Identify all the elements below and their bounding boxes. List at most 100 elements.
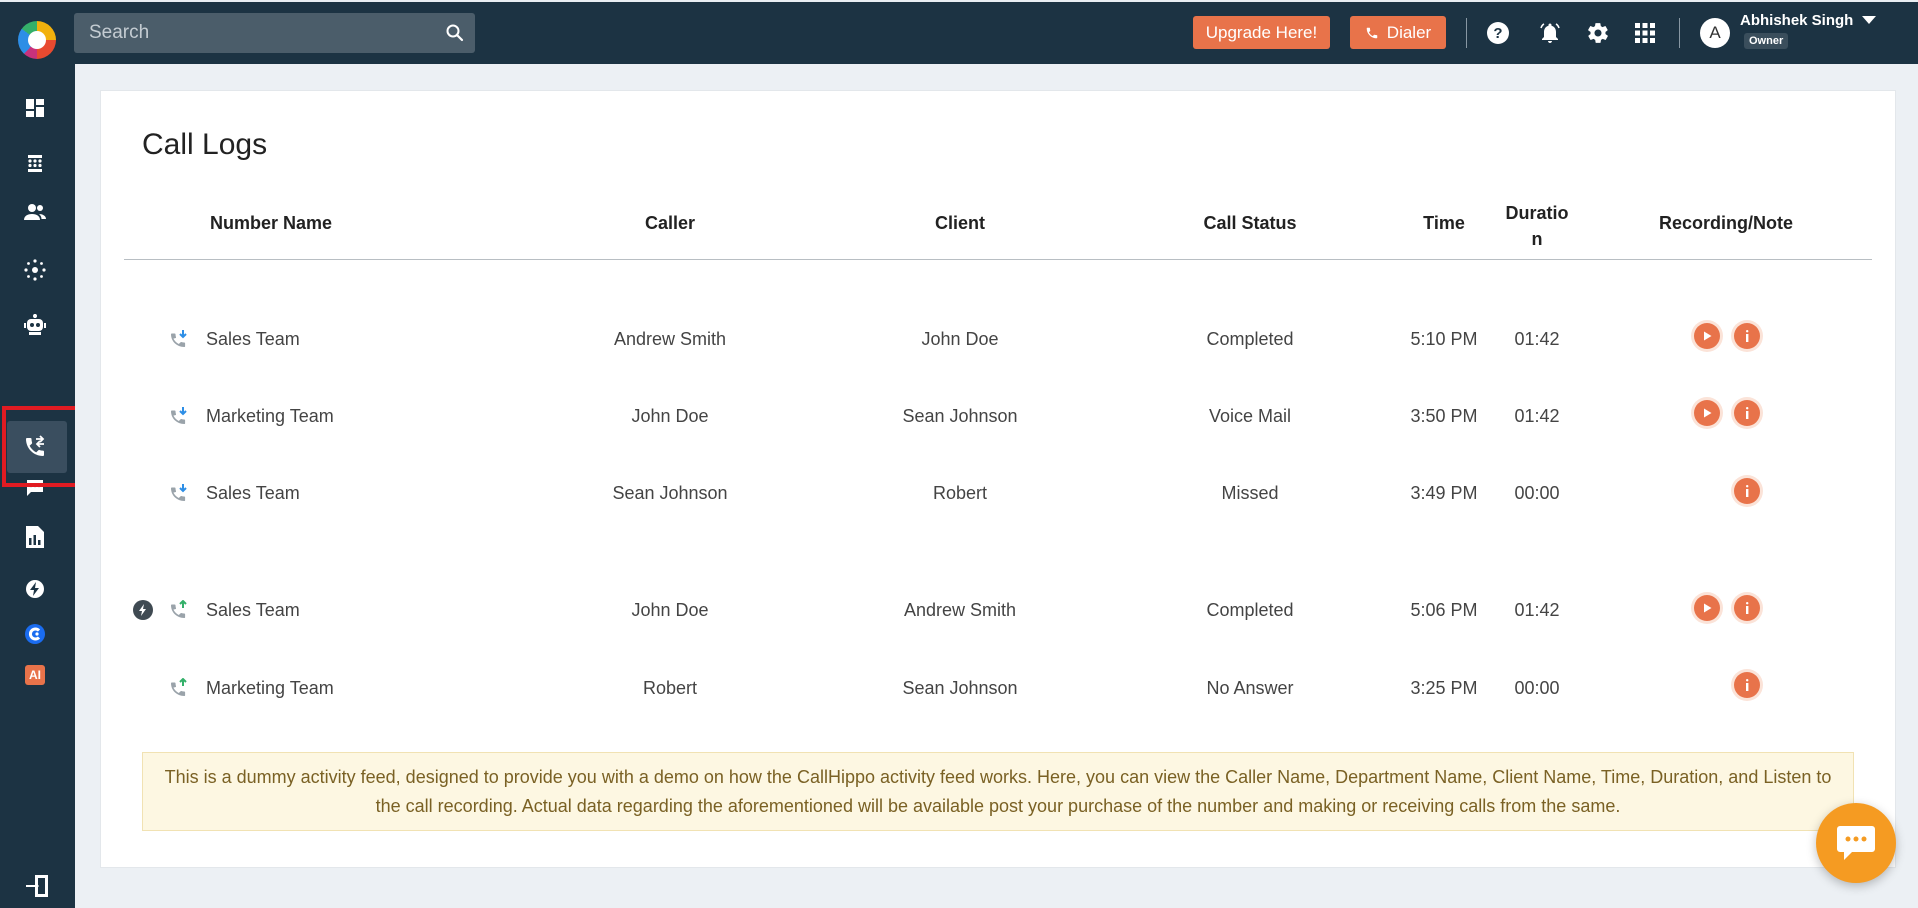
divider bbox=[1466, 18, 1467, 48]
cell-time: 5:06 PM bbox=[1410, 600, 1478, 620]
upgrade-button[interactable]: Upgrade Here! bbox=[1193, 16, 1330, 49]
sidebar-item-users[interactable] bbox=[18, 195, 52, 229]
upgrade-button-label: Upgrade Here! bbox=[1205, 22, 1318, 42]
extension-logo-icon bbox=[25, 624, 45, 644]
sidebar-item-reports[interactable] bbox=[18, 520, 52, 554]
incoming-call-icon bbox=[171, 407, 187, 424]
cell-caller: Sean Johnson bbox=[612, 483, 728, 503]
settings-gear-icon[interactable] bbox=[1585, 20, 1611, 46]
column-header-client: Client bbox=[934, 213, 985, 233]
cell-number-name: Sales Team bbox=[206, 600, 300, 620]
dashboard-icon bbox=[26, 99, 44, 117]
info-icon bbox=[1746, 602, 1749, 614]
cell-time: 5:10 PM bbox=[1410, 329, 1478, 349]
cell-call-status: Completed bbox=[1206, 329, 1294, 349]
incoming-call-icon bbox=[171, 330, 187, 347]
play-recording-button[interactable] bbox=[1694, 400, 1720, 426]
play-recording-button[interactable] bbox=[1694, 595, 1720, 621]
search-icon[interactable] bbox=[445, 23, 465, 43]
play-recording-button[interactable] bbox=[1694, 323, 1720, 349]
outgoing-call-icon bbox=[171, 678, 187, 696]
sidebar-item-ai[interactable]: AI bbox=[18, 658, 52, 692]
ai-icon: AI bbox=[25, 665, 45, 685]
cell-caller: Robert bbox=[642, 678, 698, 698]
cell-caller: John Doe bbox=[631, 600, 709, 620]
callhippo-logo[interactable] bbox=[18, 21, 56, 59]
search-input[interactable] bbox=[74, 13, 434, 53]
dialpad-building-icon bbox=[28, 155, 42, 172]
user-name[interactable]: Abhishek Singh bbox=[1740, 12, 1853, 29]
cell-call-status: Voice Mail bbox=[1208, 406, 1292, 426]
page-title: Call Logs bbox=[142, 128, 268, 161]
call-info-button[interactable] bbox=[1734, 595, 1760, 621]
sidebar-item-logout[interactable] bbox=[20, 869, 54, 903]
notification-bell-icon[interactable] bbox=[1537, 20, 1563, 46]
cell-number-name: Sales Team bbox=[206, 329, 300, 349]
sidebar-item-bot[interactable] bbox=[18, 308, 52, 342]
call-info-button[interactable] bbox=[1734, 478, 1760, 504]
chat-bubble-icon bbox=[1837, 826, 1875, 860]
outgoing-call-icon bbox=[171, 600, 187, 618]
sidebar-item-power-dialer[interactable] bbox=[18, 572, 52, 606]
integrations-icon bbox=[24, 259, 46, 281]
sidebar-item-integrations[interactable] bbox=[18, 253, 52, 287]
cell-client: Andrew Smith bbox=[903, 600, 1017, 620]
cell-call-status: Completed bbox=[1206, 600, 1294, 620]
info-icon bbox=[1746, 330, 1749, 342]
demo-notice: This is a dummy activity feed, designed … bbox=[142, 752, 1854, 831]
cell-call-status: No Answer bbox=[1206, 678, 1294, 698]
column-header-call-status: Call Status bbox=[1203, 213, 1297, 233]
cell-time: 3:50 PM bbox=[1410, 406, 1478, 426]
play-icon bbox=[1704, 408, 1712, 418]
sidebar-item-dashboard[interactable] bbox=[18, 91, 52, 125]
help-icon[interactable]: ? bbox=[1485, 20, 1511, 46]
column-header-duration: Duratio n bbox=[1497, 200, 1577, 252]
sidebar-item-extension[interactable] bbox=[18, 617, 52, 651]
avatar[interactable]: A bbox=[1700, 18, 1730, 48]
power-dialer-badge-icon bbox=[133, 600, 153, 620]
cell-number-name: Marketing Team bbox=[206, 406, 334, 426]
info-icon bbox=[1746, 407, 1749, 419]
column-header-time: Time bbox=[1423, 213, 1465, 233]
apps-grid-icon[interactable] bbox=[1632, 20, 1658, 46]
cell-client: Robert bbox=[932, 483, 988, 503]
call-info-button[interactable] bbox=[1734, 323, 1760, 349]
top-bar: Upgrade Here! Dialer ? A Abhishek Singh … bbox=[0, 0, 1918, 64]
chat-support-button[interactable] bbox=[1816, 803, 1896, 883]
dialer-button[interactable]: Dialer bbox=[1350, 16, 1446, 49]
svg-text:?: ? bbox=[1493, 25, 1502, 42]
logout-icon bbox=[26, 875, 48, 897]
search-box[interactable] bbox=[74, 13, 475, 53]
sidebar: AI bbox=[0, 64, 84, 908]
cell-caller: Andrew Smith bbox=[613, 329, 727, 349]
cell-duration: 01:42 bbox=[1514, 329, 1560, 349]
cell-number-name: Sales Team bbox=[206, 483, 300, 503]
robot-icon bbox=[24, 314, 46, 335]
sidebar-item-numbers[interactable] bbox=[18, 145, 52, 179]
chevron-down-icon[interactable] bbox=[1862, 16, 1876, 24]
dialer-button-label: Dialer bbox=[1386, 22, 1432, 42]
cell-duration: 00:00 bbox=[1514, 678, 1560, 698]
call-info-button[interactable] bbox=[1734, 672, 1760, 698]
cell-client: Sean Johnson bbox=[902, 678, 1018, 698]
cell-client: Sean Johnson bbox=[902, 406, 1018, 426]
divider bbox=[1679, 18, 1680, 48]
cell-client: John Doe bbox=[921, 329, 999, 349]
column-header-recording-note: Recording/Note bbox=[1658, 213, 1793, 233]
table-header-divider bbox=[124, 259, 1872, 260]
cell-number-name: Marketing Team bbox=[206, 678, 334, 698]
cell-time: 3:25 PM bbox=[1410, 678, 1478, 698]
play-icon bbox=[1704, 603, 1712, 613]
info-icon bbox=[1746, 485, 1749, 497]
play-icon bbox=[1704, 331, 1712, 341]
report-icon bbox=[26, 526, 44, 548]
column-header-duration-line2: n bbox=[1531, 229, 1543, 249]
phone-icon bbox=[1366, 27, 1378, 38]
column-header-number-name: Number Name bbox=[209, 213, 333, 233]
column-header-caller: Caller bbox=[644, 213, 696, 233]
column-header-duration-line1: Duratio bbox=[1505, 203, 1569, 223]
call-info-button[interactable] bbox=[1734, 400, 1760, 426]
cell-time: 3:49 PM bbox=[1410, 483, 1478, 503]
cell-duration: 01:42 bbox=[1514, 406, 1560, 426]
active-highlight-box bbox=[2, 406, 84, 487]
